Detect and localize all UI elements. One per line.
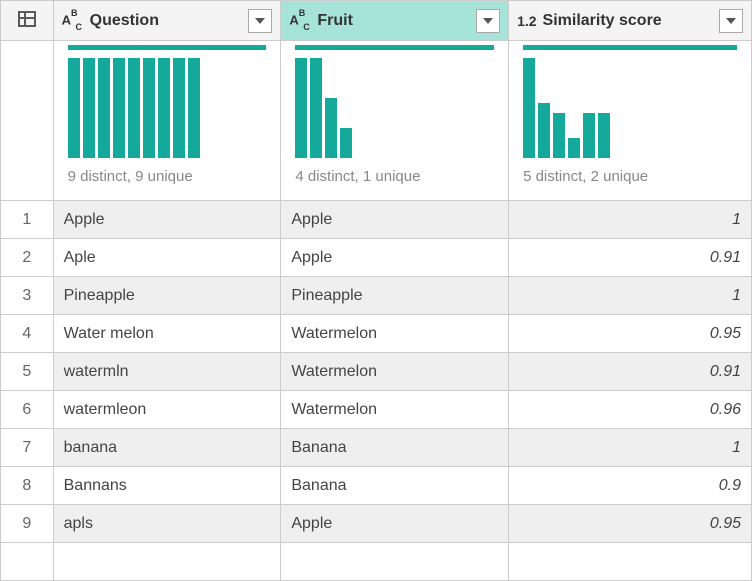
cell-score[interactable]: 0.91 xyxy=(509,353,752,391)
column-stats: 9 distinct, 9 unique xyxy=(68,164,267,185)
column-header-fruit[interactable]: ABC Fruit xyxy=(281,1,509,41)
cell-question[interactable]: Pineapple xyxy=(53,277,281,315)
cell-score[interactable]: 1 xyxy=(509,429,752,467)
column-header-question[interactable]: ABC Question xyxy=(53,1,281,41)
row-number[interactable]: 9 xyxy=(1,505,54,543)
cell-fruit[interactable]: Watermelon xyxy=(281,391,509,429)
column-filter-button[interactable] xyxy=(248,9,272,33)
row-number[interactable]: 5 xyxy=(1,353,54,391)
column-name: Question xyxy=(90,12,243,30)
column-profile-score[interactable]: 5 distinct, 2 unique xyxy=(509,41,752,201)
cell-score[interactable]: 0.91 xyxy=(509,239,752,277)
data-grid: ABC Question ABC Fruit 1.2 Similarity sc… xyxy=(0,0,752,581)
row-number[interactable]: 6 xyxy=(1,391,54,429)
chevron-down-icon xyxy=(483,18,493,24)
quality-bar xyxy=(295,45,494,50)
table-row[interactable]: 5watermlnWatermelon0.91 xyxy=(1,353,752,391)
cell-question[interactable]: Water melon xyxy=(53,315,281,353)
column-stats: 4 distinct, 1 unique xyxy=(295,164,494,185)
column-name: Fruit xyxy=(317,12,470,30)
cell-score[interactable]: 0.96 xyxy=(509,391,752,429)
chevron-down-icon xyxy=(726,18,736,24)
cell-fruit[interactable]: Apple xyxy=(281,201,509,239)
column-name: Similarity score xyxy=(543,12,713,30)
cell-score[interactable]: 1 xyxy=(509,277,752,315)
row-number[interactable]: 8 xyxy=(1,467,54,505)
cell-question[interactable]: watermleon xyxy=(53,391,281,429)
distribution-histogram xyxy=(295,58,494,158)
row-number[interactable]: 7 xyxy=(1,429,54,467)
cell-question[interactable]: apls xyxy=(53,505,281,543)
cell-question[interactable]: Aple xyxy=(53,239,281,277)
cell-score[interactable]: 0.9 xyxy=(509,467,752,505)
cell-fruit[interactable]: Banana xyxy=(281,429,509,467)
type-text-icon: ABC xyxy=(62,12,84,30)
column-stats: 5 distinct, 2 unique xyxy=(523,164,737,185)
cell-fruit[interactable]: Pineapple xyxy=(281,277,509,315)
table-row[interactable]: 9aplsApple0.95 xyxy=(1,505,752,543)
cell-question[interactable]: watermln xyxy=(53,353,281,391)
row-number[interactable]: 2 xyxy=(1,239,54,277)
row-number[interactable]: 3 xyxy=(1,277,54,315)
table-row[interactable]: 4Water melonWatermelon0.95 xyxy=(1,315,752,353)
table-row[interactable]: 1AppleApple1 xyxy=(1,201,752,239)
quality-bar xyxy=(68,45,267,50)
cell-fruit[interactable]: Banana xyxy=(281,467,509,505)
table-icon xyxy=(18,11,36,27)
column-profile-question[interactable]: 9 distinct, 9 unique xyxy=(53,41,281,201)
distribution-histogram xyxy=(68,58,267,158)
row-number[interactable]: 1 xyxy=(1,201,54,239)
distribution-histogram xyxy=(523,58,737,158)
row-number[interactable]: 4 xyxy=(1,315,54,353)
quality-bar xyxy=(523,45,737,50)
table-row[interactable]: 3PineapplePineapple1 xyxy=(1,277,752,315)
cell-question[interactable]: Apple xyxy=(53,201,281,239)
cell-fruit[interactable]: Apple xyxy=(281,239,509,277)
cell-score[interactable]: 1 xyxy=(509,201,752,239)
table-row[interactable]: 6watermleonWatermelon0.96 xyxy=(1,391,752,429)
cell-score[interactable]: 0.95 xyxy=(509,315,752,353)
cell-fruit[interactable]: Watermelon xyxy=(281,315,509,353)
column-header-score[interactable]: 1.2 Similarity score xyxy=(509,1,752,41)
type-text-icon: ABC xyxy=(289,12,311,30)
table-row[interactable]: 2ApleApple0.91 xyxy=(1,239,752,277)
cell-score[interactable]: 0.95 xyxy=(509,505,752,543)
table-row[interactable]: 8BannansBanana0.9 xyxy=(1,467,752,505)
column-filter-button[interactable] xyxy=(719,9,743,33)
table-row[interactable]: 7bananaBanana1 xyxy=(1,429,752,467)
cell-question[interactable]: Bannans xyxy=(53,467,281,505)
column-filter-button[interactable] xyxy=(476,9,500,33)
cell-fruit[interactable]: Apple xyxy=(281,505,509,543)
cell-fruit[interactable]: Watermelon xyxy=(281,353,509,391)
select-all-corner[interactable] xyxy=(1,1,54,41)
type-decimal-icon: 1.2 xyxy=(517,13,536,29)
cell-question[interactable]: banana xyxy=(53,429,281,467)
chevron-down-icon xyxy=(255,18,265,24)
column-profile-fruit[interactable]: 4 distinct, 1 unique xyxy=(281,41,509,201)
